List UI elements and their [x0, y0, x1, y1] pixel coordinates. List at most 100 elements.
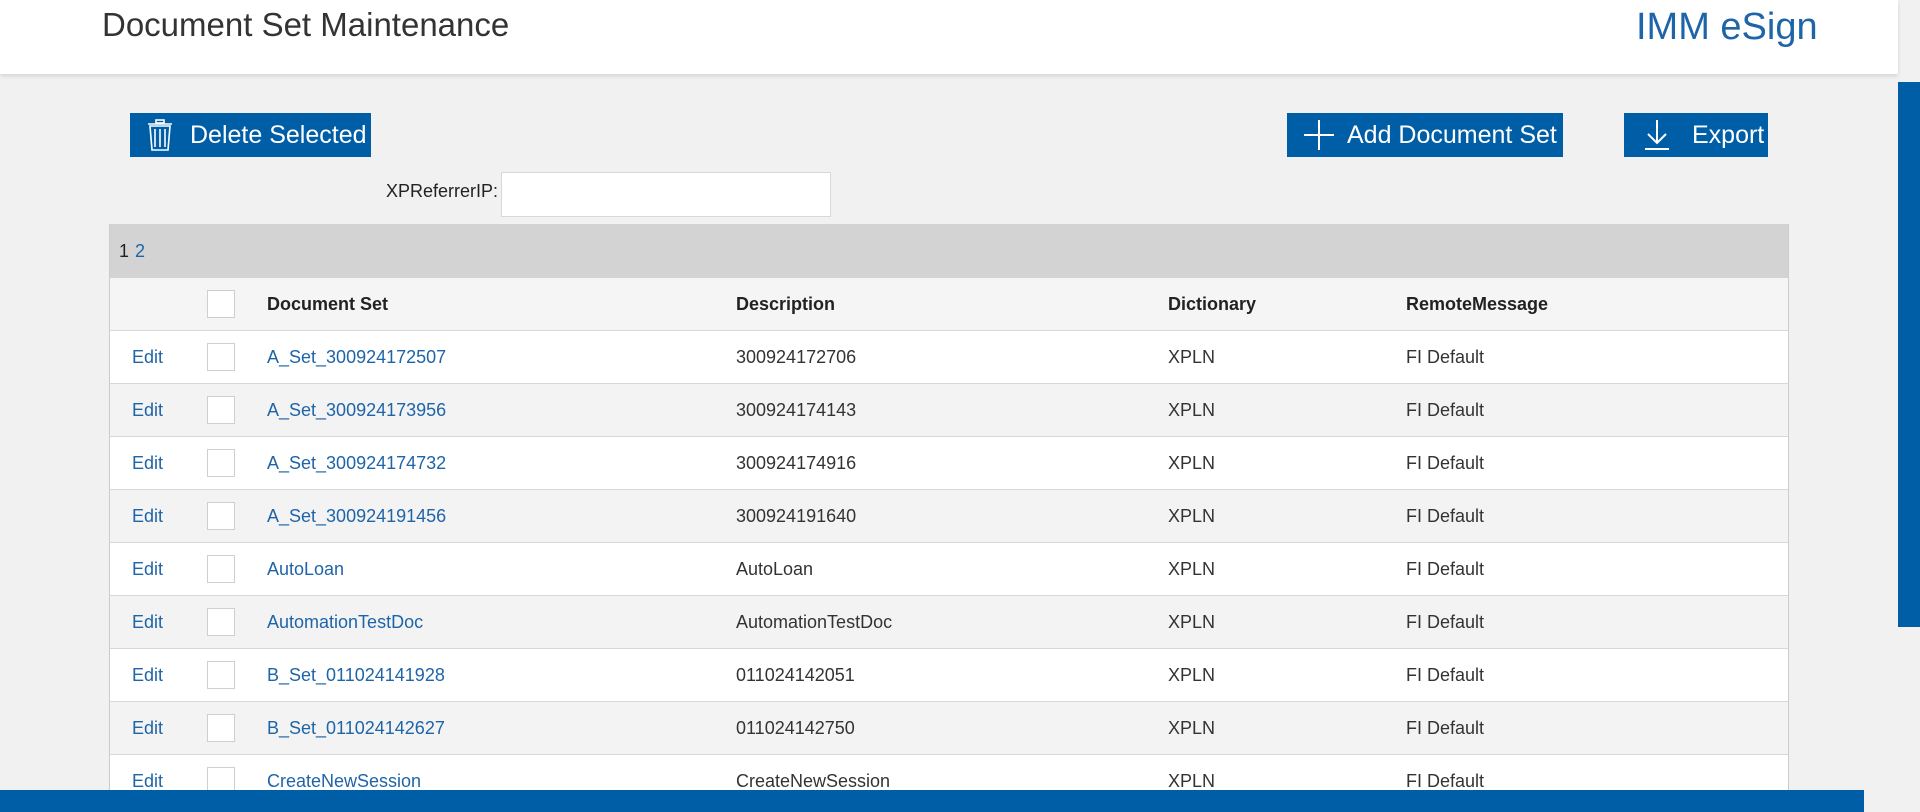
export-label: Export	[1692, 120, 1765, 149]
description-cell: 011024142051	[736, 648, 1168, 702]
edit-link[interactable]: Edit	[132, 771, 163, 791]
brand-logo-text: IMM eSign	[1636, 6, 1818, 48]
edit-link[interactable]: Edit	[132, 718, 163, 738]
row-checkbox[interactable]	[207, 608, 235, 636]
document-set-link[interactable]: AutomationTestDoc	[267, 612, 423, 632]
document-set-cell: A_Set_300924172507	[267, 330, 736, 384]
document-set-grid: 1 2 Document Set Description Dictionary …	[109, 224, 1789, 790]
dictionary-cell: XPLN	[1168, 701, 1406, 755]
pager: 1 2	[110, 224, 1788, 278]
document-set-cell: B_Set_011024142627	[267, 701, 736, 755]
page-title: Document Set Maintenance	[102, 6, 510, 43]
edit-cell: Edit	[110, 754, 207, 791]
edit-cell: Edit	[110, 648, 207, 702]
header-edit-column	[110, 278, 207, 331]
header-document-set[interactable]: Document Set	[267, 278, 736, 331]
document-set-cell: AutoLoan	[267, 542, 736, 596]
edit-link[interactable]: Edit	[132, 612, 163, 632]
remote-message-cell: FI Default	[1406, 542, 1788, 596]
edit-link[interactable]: Edit	[132, 506, 163, 526]
select-all-checkbox[interactable]	[207, 290, 235, 318]
add-document-set-button[interactable]: Add Document Set	[1287, 113, 1563, 157]
document-set-link[interactable]: A_Set_300924173956	[267, 400, 446, 420]
table-row: Edit A_Set_300924173956 300924174143 XPLN FI…	[110, 383, 1788, 437]
vertical-scrollbar[interactable]	[1898, 82, 1920, 627]
delete-selected-label: Delete Selected	[190, 120, 367, 149]
document-set-link[interactable]: A_Set_300924172507	[267, 347, 446, 367]
xpreferrerip-label: XPReferrerIP:	[386, 181, 499, 201]
dictionary-cell: XPLN	[1168, 595, 1406, 649]
xpreferrerip-input[interactable]	[501, 172, 831, 217]
row-checkbox[interactable]	[207, 449, 235, 477]
select-cell	[207, 489, 267, 543]
edit-link[interactable]: Edit	[132, 453, 163, 473]
row-checkbox[interactable]	[207, 502, 235, 530]
document-set-cell: A_Set_300924191456	[267, 489, 736, 543]
select-cell	[207, 383, 267, 437]
row-checkbox[interactable]	[207, 555, 235, 583]
table-row: Edit A_Set_300924174732 300924174916 XPLN FI…	[110, 436, 1788, 490]
table-row: Edit AutoLoan AutoLoan XPLN FI Default	[110, 542, 1788, 596]
document-set-cell: A_Set_300924173956	[267, 383, 736, 437]
row-checkbox[interactable]	[207, 343, 235, 371]
row-checkbox[interactable]	[207, 767, 235, 790]
row-checkbox[interactable]	[207, 714, 235, 742]
edit-link[interactable]: Edit	[132, 665, 163, 685]
app-header: Document Set Maintenance IMM eSign	[0, 0, 1898, 74]
edit-link[interactable]: Edit	[132, 400, 163, 420]
dictionary-cell: XPLN	[1168, 648, 1406, 702]
select-cell	[207, 701, 267, 755]
table-row: Edit AutomationTestDoc AutomationTestDoc XP…	[110, 595, 1788, 649]
remote-message-cell: FI Default	[1406, 489, 1788, 543]
download-icon	[1645, 120, 1669, 150]
table-row: Edit CreateNewSession CreateNewSession XPLN…	[110, 754, 1788, 791]
select-cell	[207, 648, 267, 702]
description-cell: 300924174916	[736, 436, 1168, 490]
description-cell: CreateNewSession	[736, 754, 1168, 790]
dictionary-cell: XPLN	[1168, 330, 1406, 384]
header-select-all-cell	[207, 278, 267, 331]
pager-current-page: 1	[119, 240, 130, 261]
header-dictionary[interactable]: Dictionary	[1168, 278, 1406, 331]
delete-selected-button[interactable]: Delete Selected	[130, 113, 371, 157]
select-cell	[207, 330, 267, 384]
edit-cell: Edit	[110, 330, 207, 384]
remote-message-cell: FI Default	[1406, 383, 1788, 437]
dictionary-cell: XPLN	[1168, 383, 1406, 437]
table-row: Edit B_Set_011024142627 011024142750 XPLN FI…	[110, 701, 1788, 755]
remote-message-cell: FI Default	[1406, 330, 1788, 384]
export-button[interactable]: Export	[1624, 113, 1768, 157]
pager-page-2[interactable]: 2	[135, 241, 145, 262]
document-set-cell: CreateNewSession	[267, 754, 736, 791]
remote-message-cell: FI Default	[1406, 648, 1788, 702]
document-set-link[interactable]: A_Set_300924191456	[267, 506, 446, 526]
dictionary-cell: XPLN	[1168, 436, 1406, 490]
header-remote-message[interactable]: RemoteMessage	[1406, 278, 1788, 331]
document-set-link[interactable]: AutoLoan	[267, 559, 344, 579]
select-cell	[207, 542, 267, 596]
edit-cell: Edit	[110, 595, 207, 649]
edit-cell: Edit	[110, 542, 207, 596]
add-document-set-label: Add Document Set	[1347, 120, 1557, 149]
document-set-link[interactable]: B_Set_011024142627	[267, 718, 445, 738]
document-set-link[interactable]: B_Set_011024141928	[267, 665, 445, 685]
plus-icon	[1304, 120, 1334, 150]
select-cell	[207, 754, 267, 790]
table-row: Edit A_Set_300924172507 300924172706 XPLN FI…	[110, 330, 1788, 384]
table-header-row: Document Set Description Dictionary Remo…	[110, 278, 1788, 331]
document-set-link[interactable]: A_Set_300924174732	[267, 453, 446, 473]
edit-cell: Edit	[110, 489, 207, 543]
edit-link[interactable]: Edit	[132, 347, 163, 367]
trash-icon	[148, 119, 172, 151]
remote-message-cell: FI Default	[1406, 754, 1788, 790]
edit-link[interactable]: Edit	[132, 559, 163, 579]
row-checkbox[interactable]	[207, 396, 235, 424]
edit-cell: Edit	[110, 701, 207, 755]
description-cell: AutomationTestDoc	[736, 595, 1168, 649]
document-set-link[interactable]: CreateNewSession	[267, 771, 421, 791]
description-cell: 011024142750	[736, 701, 1168, 755]
row-checkbox[interactable]	[207, 661, 235, 689]
header-description[interactable]: Description	[736, 278, 1168, 331]
dictionary-cell: XPLN	[1168, 542, 1406, 596]
edit-cell: Edit	[110, 383, 207, 437]
